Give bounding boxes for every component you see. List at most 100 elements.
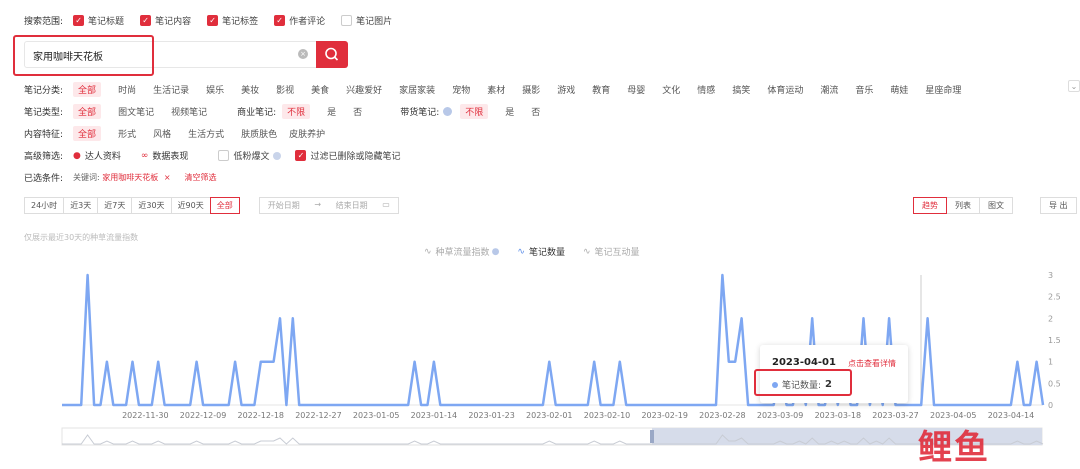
category-tag[interactable]: 搞笑	[732, 83, 750, 96]
time-range-button[interactable]: 近3天	[63, 197, 99, 214]
keyword-prefix: 关键词:	[73, 173, 100, 182]
export-button[interactable]: 导 出	[1040, 197, 1077, 214]
goods-any[interactable]: 不限	[460, 104, 489, 119]
content-skincare[interactable]: 皮肤养护	[289, 127, 325, 140]
legend-note-count[interactable]: ∿ 笔记数量	[517, 245, 565, 259]
chart-note: 仅展示最近30天的种草流量指数	[24, 233, 139, 242]
y-tick-label: 2.5	[1048, 293, 1061, 302]
trend-chart: 0 0.5 1 1.5 2 2.5 3 2022-11-30 2022-12-09 2022-12…	[61, 271, 1061, 446]
clear-icon[interactable]: ×	[298, 49, 308, 59]
view-trend-button[interactable]: 趋势	[913, 197, 947, 214]
filter-deleted-checkbox[interactable]: ✓ 过滤已删除或隐藏笔记	[295, 149, 400, 162]
category-tag[interactable]: 全部	[73, 82, 102, 97]
person-icon: ●	[73, 150, 81, 161]
scope-label: 笔记图片	[356, 17, 393, 27]
legend-interactions[interactable]: ∿ 笔记互动量	[583, 245, 640, 259]
time-range-button[interactable]: 近30天	[131, 197, 172, 214]
type-all[interactable]: 全部	[73, 104, 102, 119]
search-scope-row: 搜索范围: ✓ 笔记标题 ✓ 笔记内容 ✓ 笔记标签 ✓ 作者评论 笔记图片	[24, 14, 408, 27]
time-range-button[interactable]: 近90天	[170, 197, 211, 214]
category-tag[interactable]: 娱乐	[206, 83, 224, 96]
collapse-chevron-icon[interactable]: ⌄	[1068, 80, 1080, 92]
category-tag[interactable]: 宠物	[452, 83, 470, 96]
type-image[interactable]: 图文笔记	[118, 105, 154, 118]
data-zoom-handle	[650, 430, 654, 443]
content-form[interactable]: 形式	[118, 127, 136, 140]
scope-content-checkbox[interactable]: ✓ 笔记内容	[140, 14, 191, 27]
category-tag[interactable]: 家居家装	[399, 83, 435, 96]
category-tag[interactable]: 美妆	[241, 83, 259, 96]
time-range-button[interactable]: 近7天	[97, 197, 133, 214]
legend-label: 笔记互动量	[594, 248, 640, 258]
chart-legend: ∿ 种草流量指数 ● ∿ 笔记数量 ∿ 笔记互动量	[424, 245, 658, 259]
x-tick-label: 2022-11-30	[122, 411, 169, 420]
data-zoom-track	[61, 427, 1043, 446]
arrow-icon: →	[314, 200, 322, 209]
y-tick-label: 0.5	[1048, 379, 1061, 388]
category-tag[interactable]: 文化	[662, 83, 680, 96]
x-tick-label: 2023-04-05	[930, 411, 977, 420]
low-fans-checkbox[interactable]: 低粉爆文	[218, 149, 269, 162]
y-tick-label: 0	[1048, 401, 1053, 410]
selected-row: 已选条件: 关键词: 家用咖啡天花板 × 清空筛选	[24, 171, 217, 184]
category-tag[interactable]: 星座命理	[925, 83, 961, 96]
view-list-button[interactable]: 列表	[946, 197, 980, 214]
scope-label: 笔记标题	[88, 17, 125, 27]
view-image-button[interactable]: 图文	[979, 197, 1013, 214]
expert-profile-button[interactable]: 达人资料	[85, 149, 121, 162]
watermark-logo: 鲤鱼	[918, 420, 990, 469]
scope-tags-checkbox[interactable]: ✓ 笔记标签	[207, 14, 258, 27]
category-tag[interactable]: 情感	[697, 83, 715, 96]
content-style[interactable]: 风格	[153, 127, 171, 140]
time-range-button[interactable]: 24小时	[24, 197, 65, 214]
time-range-row: 24小时 近3天 近7天 近30天 近90天 全部 开始日期 → 结束日期 ▭	[24, 197, 399, 214]
keyword-chip[interactable]: 关键词: 家用咖啡天花板 ×	[73, 172, 171, 183]
content-skin-tone[interactable]: 肤质肤色	[241, 127, 277, 140]
commercial-any[interactable]: 不限	[282, 104, 311, 119]
x-tick-label: 2022-12-09	[180, 411, 227, 420]
time-range-button[interactable]: 全部	[209, 197, 240, 214]
search-button[interactable]	[316, 41, 348, 68]
content-all[interactable]: 全部	[73, 126, 102, 141]
category-tag[interactable]: 影视	[276, 83, 294, 96]
advanced-row: 高级筛选: ● 达人资料 ∞ 数据表现 低粉爆文 ✓ 过滤已删除或隐藏笔记	[24, 149, 416, 162]
category-tag[interactable]: 萌娃	[890, 83, 908, 96]
data-icon: ∞	[140, 150, 149, 161]
category-tag[interactable]: 生活记录	[153, 83, 189, 96]
category-tag[interactable]: 摄影	[522, 83, 540, 96]
selected-label: 已选条件:	[24, 174, 64, 184]
x-tick-label: 2023-01-14	[411, 411, 458, 420]
category-tag[interactable]: 体育运动	[767, 83, 803, 96]
category-tag[interactable]: 母婴	[627, 83, 645, 96]
checkbox-box	[341, 15, 353, 26]
check-icon: ✓	[73, 15, 85, 26]
content-lifestyle[interactable]: 生活方式	[188, 127, 224, 140]
close-icon[interactable]: ×	[164, 173, 171, 182]
date-range-picker[interactable]: 开始日期 → 结束日期 ▭	[258, 197, 399, 214]
category-tag[interactable]: 兴趣爱好	[346, 83, 382, 96]
x-tick-label: 2023-02-28	[699, 411, 746, 420]
data-zoom-preview	[62, 434, 1044, 445]
clear-filters-link[interactable]: 清空筛选	[185, 172, 217, 183]
category-tag[interactable]: 潮流	[820, 83, 838, 96]
category-tag[interactable]: 教育	[592, 83, 610, 96]
category-tag[interactable]: 美食	[311, 83, 329, 96]
tooltip-detail-link[interactable]: 点击查看详情	[848, 358, 896, 369]
commercial-no[interactable]: 否	[353, 105, 362, 118]
category-tag[interactable]: 音乐	[855, 83, 873, 96]
commercial-yes[interactable]: 是	[327, 105, 336, 118]
check-icon: ✓	[140, 15, 152, 26]
data-performance-button[interactable]: 数据表现	[152, 149, 188, 162]
goods-yes[interactable]: 是	[505, 105, 514, 118]
scope-comments-checkbox[interactable]: ✓ 作者评论	[274, 14, 325, 27]
watermark-text: 鲤鱼	[918, 428, 990, 468]
category-tag[interactable]: 游戏	[557, 83, 575, 96]
scope-title-checkbox[interactable]: ✓ 笔记标题	[73, 14, 124, 27]
y-tick-label: 1.5	[1048, 336, 1061, 345]
scope-images-checkbox[interactable]: 笔记图片	[341, 14, 392, 27]
category-tag[interactable]: 素材	[487, 83, 505, 96]
type-video[interactable]: 视频笔记	[171, 105, 207, 118]
goods-no[interactable]: 否	[531, 105, 540, 118]
category-tag[interactable]: 时尚	[118, 83, 136, 96]
legend-traffic-index[interactable]: ∿ 种草流量指数 ●	[424, 245, 499, 259]
